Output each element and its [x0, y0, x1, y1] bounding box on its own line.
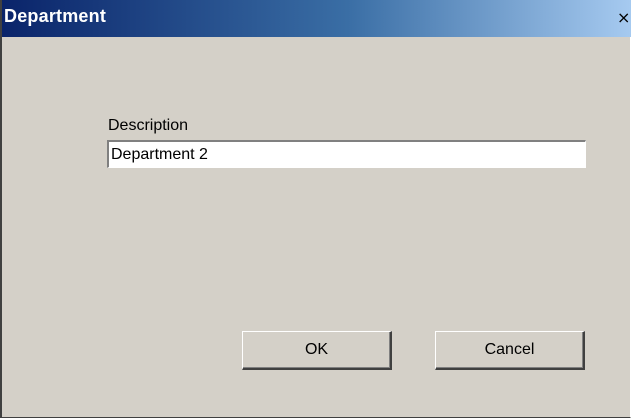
cancel-button[interactable]: Cancel — [435, 331, 585, 370]
close-icon[interactable]: × — [617, 7, 631, 31]
description-label: Description — [108, 117, 189, 134]
department-dialog: Department × Description OK Cancel — [0, 0, 631, 418]
title-bar[interactable]: Department × — [2, 0, 631, 37]
description-input[interactable] — [107, 140, 586, 168]
window-title: Department — [4, 6, 107, 26]
ok-button[interactable]: OK — [242, 331, 392, 370]
